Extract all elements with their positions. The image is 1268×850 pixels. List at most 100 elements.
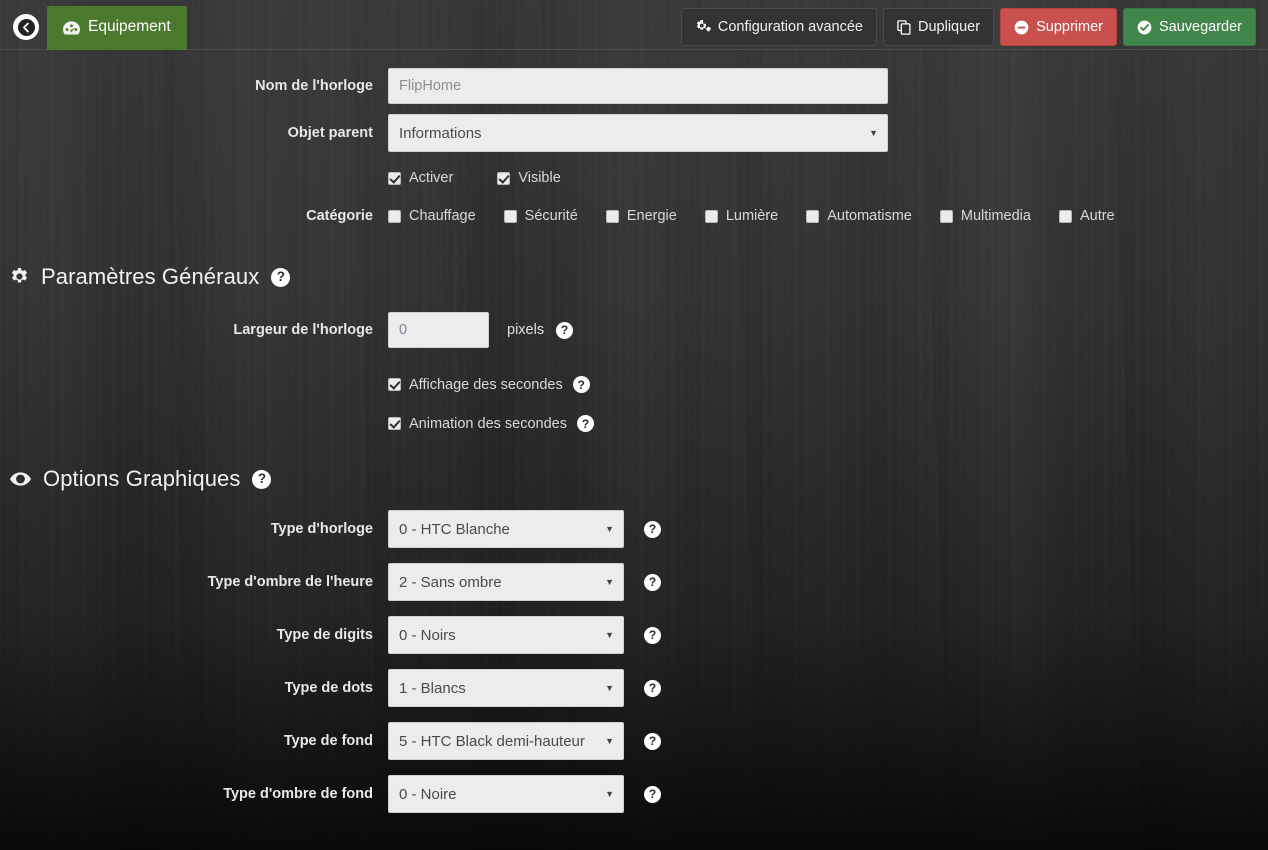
category-multimedia-checkbox[interactable]	[939, 209, 953, 223]
background-type-value: 5 - HTC Black demi-hauteur	[399, 732, 585, 750]
category-lumiere-checkbox[interactable]	[704, 209, 718, 223]
clock-width-row: Largeur de l'horloge pixels ?	[0, 312, 1268, 348]
background-shadow-type-select[interactable]: 0 - Noire ▼	[388, 775, 624, 813]
clock-name-row: Nom de l'horloge	[0, 68, 1268, 104]
category-chauffage-checkbox[interactable]	[388, 209, 401, 223]
animate-seconds-checkbox[interactable]	[388, 417, 401, 430]
enable-checkbox[interactable]	[388, 171, 401, 185]
show-seconds-item[interactable]: Affichage des secondes	[388, 377, 563, 393]
show-seconds-row: Affichage des secondes ?	[0, 376, 1268, 393]
parent-object-label: Objet parent	[287, 125, 373, 141]
category-automatisme-checkbox[interactable]	[806, 209, 820, 223]
back-button[interactable]	[13, 14, 39, 40]
category-energie-label: Energie	[626, 208, 677, 224]
category-energie-checkbox[interactable]	[605, 209, 619, 223]
toolbar-actions: Configuration avancée Dupliquer Supprime…	[680, 0, 1268, 46]
show-seconds-help-icon[interactable]: ?	[572, 376, 590, 393]
delete-button[interactable]: Supprimer	[1000, 8, 1117, 46]
tab-equipement-label: Equipement	[88, 18, 171, 35]
delete-label: Supprimer	[1036, 18, 1103, 35]
digits-type-row: Type de digits 0 - Noirs ▼ ?	[0, 616, 1268, 654]
enable-checkbox-item[interactable]: Activer	[388, 170, 453, 186]
chevron-down-icon: ▼	[605, 524, 614, 534]
clock-type-help-icon[interactable]: ?	[644, 520, 661, 538]
advanced-config-label: Configuration avancée	[717, 18, 863, 35]
hour-shadow-type-help-icon[interactable]: ?	[644, 573, 661, 591]
category-multimedia[interactable]: Multimedia	[939, 208, 1031, 224]
clock-type-select[interactable]: 0 - HTC Blanche ▼	[388, 510, 624, 548]
chevron-down-icon: ▼	[605, 736, 614, 746]
graphics-options-help-icon[interactable]: ?	[252, 469, 272, 489]
dots-type-select[interactable]: 1 - Blancs ▼	[388, 669, 624, 707]
digits-type-help-icon[interactable]: ?	[644, 626, 661, 644]
save-label: Sauvegarder	[1158, 18, 1242, 35]
background-shadow-type-help-icon[interactable]: ?	[644, 785, 661, 803]
visible-checkbox-item[interactable]: Visible	[497, 170, 561, 186]
parent-object-value: Informations	[399, 124, 482, 142]
background-type-help-icon[interactable]: ?	[644, 732, 661, 750]
tab-equipement[interactable]: Equipement	[47, 6, 187, 50]
save-button[interactable]: Sauvegarder	[1122, 8, 1256, 46]
dots-type-help-icon[interactable]: ?	[644, 679, 661, 697]
hour-shadow-type-row: Type d'ombre de l'heure 2 - Sans ombre ▼…	[0, 563, 1268, 601]
clock-width-label: Largeur de l'horloge	[233, 322, 373, 338]
chevron-down-icon: ▼	[605, 789, 614, 799]
background-shadow-type-value: 0 - Noire	[399, 785, 457, 803]
digits-type-select[interactable]: 0 - Noirs ▼	[388, 616, 624, 654]
chevron-down-icon: ▼	[605, 630, 614, 640]
check-circle-icon	[1137, 20, 1152, 35]
background-shadow-type-label: Type d'ombre de fond	[223, 786, 373, 802]
category-chauffage-label: Chauffage	[409, 208, 476, 224]
equipment-form: Nom de l'horloge Objet parent Informatio…	[0, 50, 1268, 813]
advanced-config-button[interactable]: Configuration avancée	[680, 8, 877, 46]
category-autre[interactable]: Autre	[1058, 208, 1115, 224]
background-shadow-type-row: Type d'ombre de fond 0 - Noire ▼ ?	[0, 775, 1268, 813]
hour-shadow-type-select[interactable]: 2 - Sans ombre ▼	[388, 563, 624, 601]
category-autre-checkbox[interactable]	[1058, 209, 1072, 223]
visible-checkbox[interactable]	[497, 171, 511, 185]
category-label: Catégorie	[306, 208, 373, 224]
show-seconds-label: Affichage des secondes	[409, 376, 563, 393]
animate-seconds-help-icon[interactable]: ?	[577, 415, 594, 432]
general-settings-title: Paramètres Généraux	[41, 264, 260, 289]
gears-icon	[695, 20, 711, 34]
digits-type-value: 0 - Noirs	[399, 626, 456, 644]
animate-seconds-row: Animation des secondes ?	[0, 415, 1268, 432]
dots-type-label: Type de dots	[284, 680, 373, 696]
background-type-label: Type de fond	[283, 733, 373, 749]
graphics-options-heading: Options Graphiques ?	[0, 466, 1268, 492]
clock-width-input[interactable]	[388, 312, 489, 348]
category-automatisme[interactable]: Automatisme	[806, 208, 912, 224]
dots-type-row: Type de dots 1 - Blancs ▼ ?	[0, 669, 1268, 707]
duplicate-label: Dupliquer	[918, 18, 981, 35]
category-row: Catégorie Chauffage Sécurité Energie Lum…	[0, 208, 1268, 224]
chevron-down-icon: ▼	[605, 683, 614, 693]
category-chauffage[interactable]: Chauffage	[388, 208, 476, 224]
parent-object-select[interactable]: Informations ▼	[388, 114, 888, 152]
background-type-select[interactable]: 5 - HTC Black demi-hauteur ▼	[388, 722, 624, 760]
duplicate-button[interactable]: Dupliquer	[883, 8, 995, 46]
category-automatisme-label: Automatisme	[827, 208, 912, 224]
dashboard-icon	[63, 20, 80, 36]
clock-width-help-icon[interactable]: ?	[556, 321, 574, 339]
toggles-row: Activer Visible	[0, 170, 1268, 186]
category-securite-checkbox[interactable]	[503, 209, 517, 223]
clock-type-label: Type d'horloge	[270, 521, 373, 537]
show-seconds-checkbox[interactable]	[388, 378, 401, 391]
top-toolbar: Equipement Configuration avancée Dupliqu…	[0, 0, 1268, 50]
category-securite[interactable]: Sécurité	[503, 208, 578, 224]
general-settings-heading: Paramètres Généraux ?	[0, 264, 1268, 290]
general-settings-help-icon[interactable]: ?	[271, 267, 291, 287]
category-lumiere[interactable]: Lumière	[704, 208, 779, 224]
category-securite-label: Sécurité	[524, 208, 578, 224]
clock-type-row: Type d'horloge 0 - HTC Blanche ▼ ?	[0, 510, 1268, 548]
clock-type-value: 0 - HTC Blanche	[399, 520, 510, 538]
category-energie[interactable]: Energie	[605, 208, 677, 224]
category-lumiere-label: Lumière	[725, 208, 779, 224]
clock-width-unit: pixels	[507, 322, 545, 338]
clock-name-label: Nom de l'horloge	[255, 78, 373, 94]
minus-circle-icon	[1014, 20, 1029, 35]
background-type-row: Type de fond 5 - HTC Black demi-hauteur …	[0, 722, 1268, 760]
animate-seconds-item[interactable]: Animation des secondes	[388, 416, 567, 432]
clock-name-input[interactable]	[388, 68, 888, 104]
